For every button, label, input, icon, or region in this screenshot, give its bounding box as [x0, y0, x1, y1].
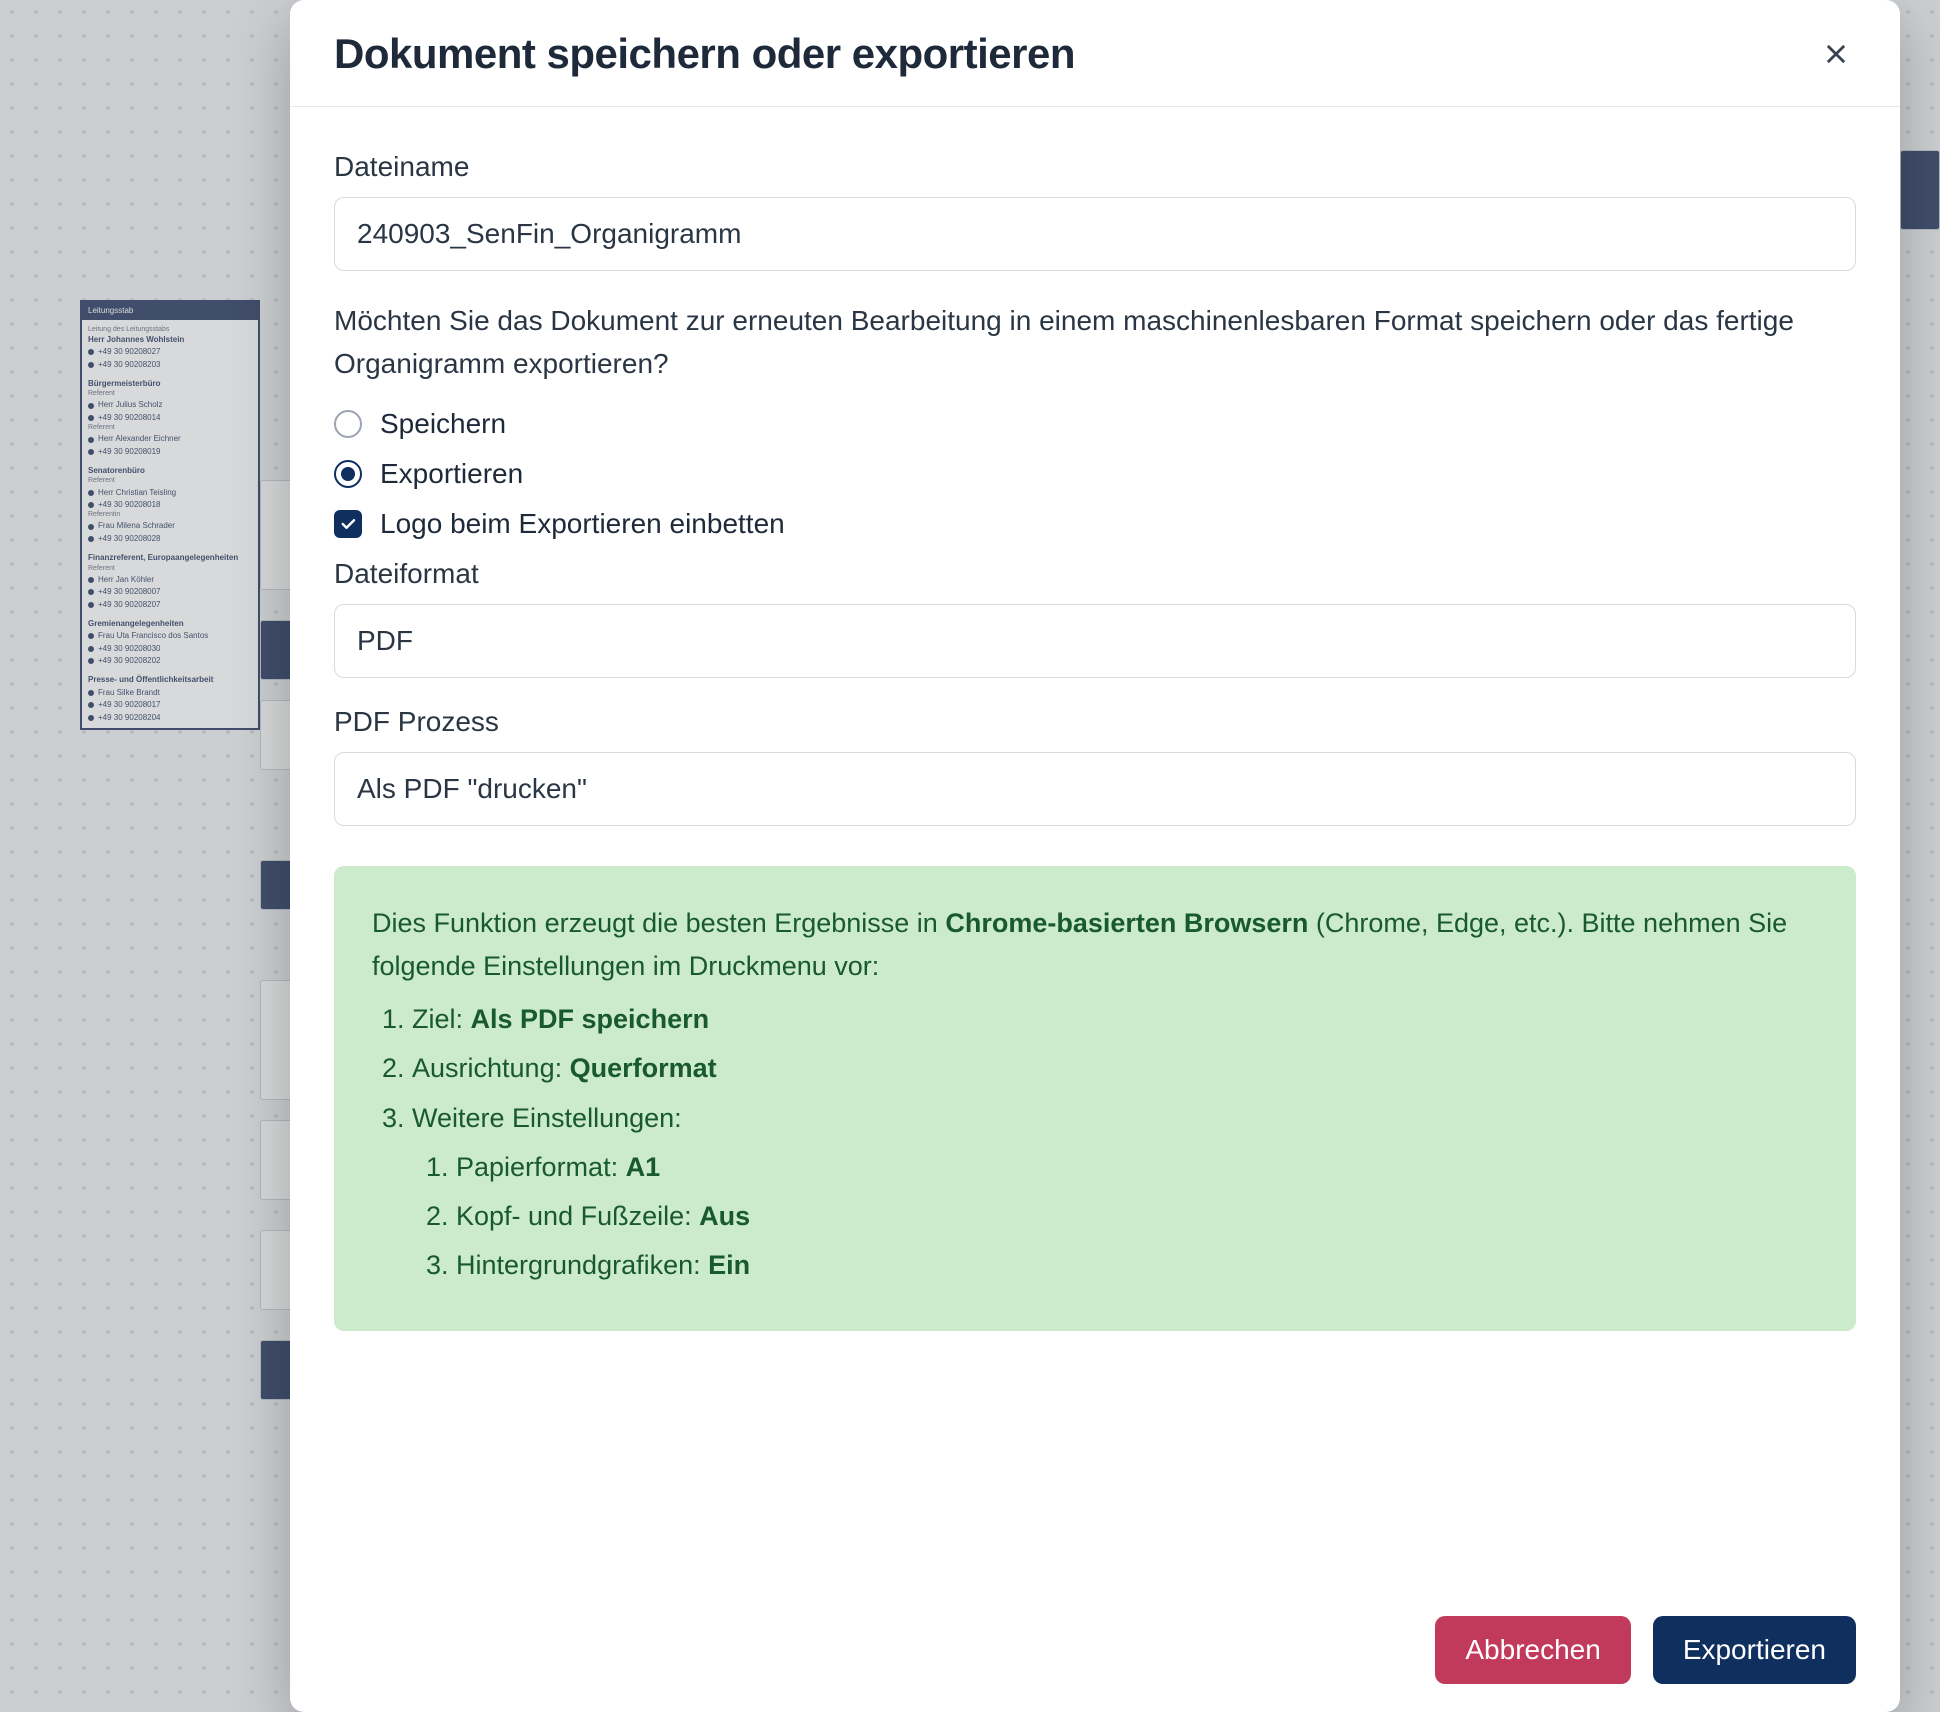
info-text: Kopf- und Fußzeile:	[456, 1201, 699, 1231]
export-question: Möchten Sie das Dokument zur erneuten Be…	[334, 299, 1856, 386]
filename-label: Dateiname	[334, 151, 1856, 183]
info-item: Weitere Einstellungen: Papierformat: A1 …	[412, 1097, 1818, 1288]
info-subitem: Papierformat: A1	[456, 1146, 1818, 1189]
info-panel: Dies Funktion erzeugt die besten Ergebni…	[334, 866, 1856, 1332]
checkbox-icon	[334, 510, 362, 538]
info-text: Papierformat:	[456, 1152, 626, 1182]
dialog-header: Dokument speichern oder exportieren	[290, 0, 1900, 107]
dialog-body: Dateiname Möchten Sie das Dokument zur e…	[290, 107, 1900, 1587]
process-label: PDF Prozess	[334, 706, 1856, 738]
info-text: A1	[626, 1152, 661, 1182]
info-subitem: Hintergrundgrafiken: Ein	[456, 1244, 1818, 1287]
workspace-canvas: Leitungsstab Leitung des Leitungsstabs H…	[0, 0, 1940, 1712]
filename-input[interactable]	[334, 197, 1856, 271]
format-value: PDF	[357, 625, 413, 656]
radio-icon	[334, 460, 362, 488]
info-list: Ziel: Als PDF speichern Ausrichtung: Que…	[372, 998, 1818, 1287]
info-text: Ein	[708, 1250, 750, 1280]
radio-option-export[interactable]: Exportieren	[334, 458, 1856, 490]
close-icon	[1822, 40, 1850, 68]
info-text: Ausrichtung:	[412, 1053, 570, 1083]
info-text: Chrome-basierten Browsern	[945, 908, 1308, 938]
info-lead: Dies Funktion erzeugt die besten Ergebni…	[372, 902, 1818, 988]
dialog-title: Dokument speichern oder exportieren	[334, 30, 1075, 78]
info-item: Ausrichtung: Querformat	[412, 1047, 1818, 1090]
process-value: Als PDF "drucken"	[357, 773, 587, 804]
dialog-footer: Abbrechen Exportieren	[290, 1587, 1900, 1712]
export-button[interactable]: Exportieren	[1653, 1616, 1856, 1684]
checkbox-embed-logo[interactable]: Logo beim Exportieren einbetten	[334, 508, 1856, 540]
info-item: Ziel: Als PDF speichern	[412, 998, 1818, 1041]
info-text: Ziel:	[412, 1004, 471, 1034]
cancel-button[interactable]: Abbrechen	[1435, 1616, 1630, 1684]
info-text: Querformat	[570, 1053, 717, 1083]
info-text: Weitere Einstellungen:	[412, 1103, 682, 1133]
info-subitem: Kopf- und Fußzeile: Aus	[456, 1195, 1818, 1238]
close-button[interactable]	[1816, 34, 1856, 74]
info-text: Dies Funktion erzeugt die besten Ergebni…	[372, 908, 945, 938]
export-dialog: Dokument speichern oder exportieren Date…	[290, 0, 1900, 1712]
format-select[interactable]: PDF	[334, 604, 1856, 678]
radio-icon	[334, 410, 362, 438]
radio-option-save[interactable]: Speichern	[334, 408, 1856, 440]
info-text: Hintergrundgrafiken:	[456, 1250, 708, 1280]
format-label: Dateiformat	[334, 558, 1856, 590]
radio-label: Exportieren	[380, 458, 523, 490]
process-select[interactable]: Als PDF "drucken"	[334, 752, 1856, 826]
radio-label: Speichern	[380, 408, 506, 440]
info-text: Als PDF speichern	[471, 1004, 710, 1034]
checkbox-label: Logo beim Exportieren einbetten	[380, 508, 785, 540]
info-text: Aus	[699, 1201, 750, 1231]
